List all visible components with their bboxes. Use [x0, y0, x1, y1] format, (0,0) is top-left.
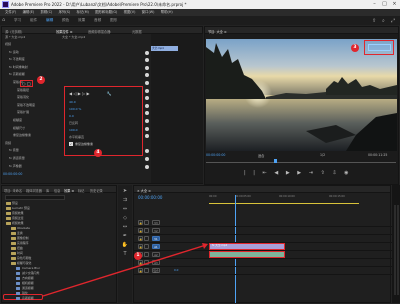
effect-icon: [16, 287, 20, 291]
effects-tree-label: 时间: [17, 251, 23, 255]
reset-icon[interactable]: [145, 50, 149, 55]
effects-tree-label: 高斯模糊: [22, 296, 34, 300]
effect-row[interactable]: 音频: [5, 141, 160, 147]
meter-right: [397, 205, 399, 295]
reset-icon[interactable]: [145, 164, 149, 169]
effect-row[interactable]: fx 时间重映射: [9, 65, 164, 71]
folder-icon: [11, 227, 16, 231]
effects-tree-label: 相机模糊: [22, 281, 34, 285]
folder-icon: [6, 217, 11, 221]
effect-icon: [16, 267, 20, 271]
effects-tree-label: 音频过渡: [12, 216, 24, 220]
effect-row[interactable]: fx 声像器: [9, 164, 164, 170]
reset-icon[interactable]: [145, 81, 149, 85]
effect-icon: [16, 277, 20, 281]
reset-icon[interactable]: [145, 126, 149, 131]
meter-left: [394, 205, 396, 295]
audio-meters: [392, 185, 400, 303]
effect-row[interactable]: fx 通道音量: [9, 156, 164, 162]
effects-tree-label: 视频效果: [12, 221, 24, 225]
effects-tree-label: 实用程序: [17, 241, 29, 245]
effects-tree-label: 变换: [17, 231, 23, 235]
effects-tree-label: Camera Blur: [22, 266, 41, 270]
effects-tree-label: 音频效果: [12, 211, 24, 215]
effect-icon: [16, 272, 20, 276]
effects-tree-item[interactable]: 高斯模糊: [2, 296, 114, 302]
effects-tree-label: 扭曲: [17, 246, 23, 250]
folder-icon: [11, 232, 16, 236]
reset-icon[interactable]: [145, 65, 149, 70]
effect-row[interactable]: fx 音量: [9, 148, 164, 154]
effect-icon: [16, 297, 20, 301]
effects-tree-label: 模糊与锐化: [17, 261, 32, 265]
effects-tree-label: Obsolete: [17, 226, 30, 230]
folder-icon: [11, 247, 16, 251]
effects-tree-label: 锐化: [22, 291, 28, 295]
folder-icon: [11, 262, 16, 266]
effects-tree-label: 图像控制: [17, 236, 29, 240]
reset-icon[interactable]: [145, 119, 149, 123]
effects-tree-label: 减少交错闪烁: [22, 271, 40, 275]
folder-icon: [6, 222, 11, 226]
folder-icon: [11, 242, 16, 246]
folder-icon: [6, 202, 11, 206]
reset-icon[interactable]: [145, 88, 149, 93]
reset-icon[interactable]: [145, 103, 149, 108]
effect-row[interactable]: fx 高斯模糊: [9, 72, 164, 78]
effects-tree-label: 通道模糊: [22, 286, 34, 290]
effect-row[interactable]: fx 不透明度: [9, 57, 164, 63]
reset-icon[interactable]: [145, 157, 149, 161]
folder-icon: [11, 252, 16, 256]
effect-row[interactable]: 视频: [5, 42, 160, 48]
effect-icon: [16, 292, 20, 296]
folder-icon: [11, 257, 16, 261]
effects-tree-label: 方向模糊: [22, 276, 34, 280]
folder-icon: [6, 212, 11, 216]
effects-tree-label: 杂色与颗粒: [17, 256, 32, 260]
folder-icon: [11, 237, 16, 241]
effects-tree-label: Lumetri 预设: [12, 206, 30, 210]
folder-icon: [6, 207, 11, 211]
effects-tree-label: 预设: [12, 201, 18, 205]
effect-row[interactable]: fx 运动: [9, 50, 164, 56]
effect-icon: [16, 282, 20, 286]
